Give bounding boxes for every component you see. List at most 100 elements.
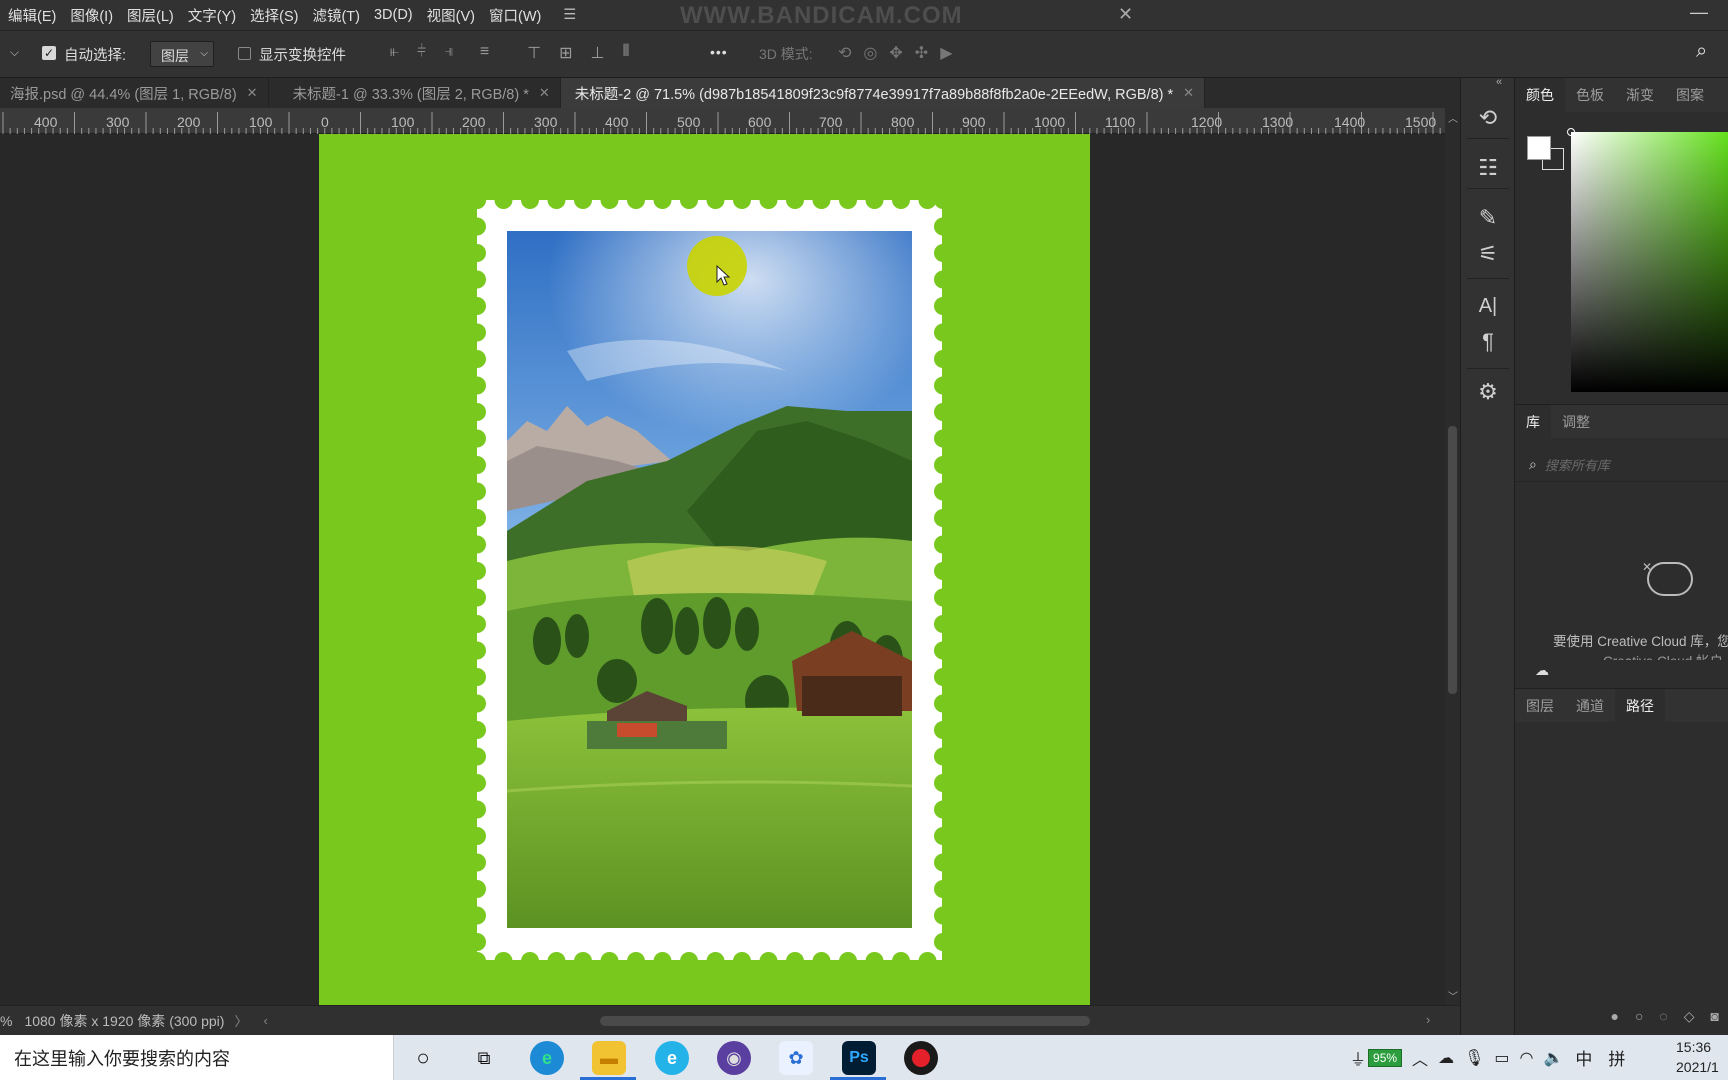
swatch-link-icon[interactable]: ⚙ bbox=[1474, 378, 1502, 406]
task-view-icon[interactable]: ⧉ bbox=[467, 1041, 501, 1075]
3d-slide-icon[interactable]: ✣ bbox=[915, 43, 928, 63]
tab-untitled-1[interactable]: 未标题-1 @ 33.3% (图层 2, RGB/8) * ✕ bbox=[269, 78, 561, 108]
color-picker-handle[interactable] bbox=[1567, 128, 1575, 136]
scroll-down-icon[interactable]: ﹀ bbox=[1448, 988, 1458, 1003]
status-arrow-icon[interactable]: 〉 bbox=[234, 1011, 247, 1030]
color-picker-field[interactable] bbox=[1571, 132, 1728, 392]
distribute-icon[interactable]: ≡ bbox=[480, 43, 489, 63]
windows-taskbar: 在这里输入你要搜索的内容 ○ ⧉ e ▬ e ◉ ✿ Ps ⏚ 95% ︿ ☁ … bbox=[0, 1035, 1728, 1080]
tab-untitled-2[interactable]: 未标题-2 @ 71.5% (d987b18541809f23c9f8774e3… bbox=[560, 78, 1206, 108]
cc-message-2: Creative Cloud 帐户 bbox=[1603, 650, 1723, 660]
photoshop-icon[interactable]: Ps bbox=[842, 1041, 876, 1075]
add-mask-icon[interactable]: ◙ bbox=[1711, 1008, 1719, 1024]
tab-adjustments[interactable]: 调整 bbox=[1551, 405, 1601, 439]
cloud-sync-icon[interactable]: ☁ bbox=[1535, 662, 1549, 679]
menu-layer[interactable]: 图层(L) bbox=[127, 5, 174, 26]
brush-settings-icon[interactable]: ✎ bbox=[1474, 204, 1502, 232]
scroll-left-icon[interactable]: ‹ bbox=[263, 1013, 267, 1028]
tab-label: 未标题-2 @ 71.5% (d987b18541809f23c9f8774e3… bbox=[574, 86, 1174, 103]
menu-select[interactable]: 选择(S) bbox=[250, 5, 298, 26]
vertical-scrollbar[interactable]: ︿ ﹀ bbox=[1445, 108, 1460, 1005]
history-icon[interactable]: ⟲ bbox=[1474, 104, 1502, 132]
tab-poster[interactable]: 海报.psd @ 44.4% (图层 1, RGB/8) ✕ bbox=[0, 78, 269, 108]
ime-mode[interactable]: 拼 bbox=[1608, 1045, 1625, 1070]
search-icon[interactable]: ⌕ bbox=[1696, 40, 1707, 63]
collapse-panels-icon[interactable]: « bbox=[1496, 76, 1502, 88]
ime-language[interactable]: 中 bbox=[1575, 1045, 1592, 1070]
bandicam-icon[interactable] bbox=[904, 1041, 938, 1075]
close-tab-icon[interactable]: ✕ bbox=[1183, 85, 1194, 101]
baidu-netdisk-icon[interactable]: ✿ bbox=[779, 1041, 813, 1075]
tab-channels[interactable]: 通道 bbox=[1565, 689, 1615, 723]
close-tab-icon[interactable]: ✕ bbox=[539, 85, 550, 101]
close-icon[interactable]: ✕ bbox=[1118, 4, 1133, 25]
power-plug-icon[interactable]: ⏚ bbox=[1350, 1046, 1366, 1070]
menu-3d[interactable]: 3D(D) bbox=[374, 7, 413, 23]
menu-view[interactable]: 视图(V) bbox=[427, 5, 475, 26]
tab-libraries[interactable]: 库 bbox=[1515, 404, 1551, 439]
align-left-icon[interactable]: ⫦ bbox=[390, 43, 399, 63]
scroll-thumb[interactable] bbox=[1448, 426, 1457, 694]
onedrive-icon[interactable]: ☁ bbox=[1438, 1048, 1454, 1068]
tab-color[interactable]: 颜色 bbox=[1515, 78, 1565, 112]
align-top-icon[interactable]: ⊤ bbox=[527, 43, 541, 63]
character-icon[interactable]: A| bbox=[1474, 292, 1502, 320]
menu-window[interactable]: 窗口(W) bbox=[489, 5, 541, 26]
taskbar-search-text: 在这里输入你要搜索的内容 bbox=[14, 1048, 230, 1069]
tab-gradients[interactable]: 渐变 bbox=[1615, 78, 1665, 112]
app-icon[interactable]: ◉ bbox=[717, 1041, 751, 1075]
minimize-icon[interactable]: — bbox=[1690, 2, 1708, 23]
library-search[interactable]: ⌕ 搜索所有库 bbox=[1515, 448, 1728, 482]
3d-scale-icon[interactable]: ▶ bbox=[940, 43, 952, 63]
close-tab-icon[interactable]: ✕ bbox=[247, 85, 258, 101]
auto-select-dropdown[interactable]: 图层 ⌵ bbox=[150, 41, 214, 67]
more-options-button[interactable]: ••• bbox=[710, 44, 728, 60]
edge-icon[interactable]: e bbox=[530, 1041, 564, 1075]
horizontal-scroll-thumb[interactable] bbox=[600, 1016, 1090, 1026]
align-bottom-icon[interactable]: ⊥ bbox=[591, 43, 605, 63]
clock[interactable]: 15:36 2021/1 bbox=[1676, 1037, 1719, 1077]
stroke-path-icon[interactable]: ○ bbox=[1635, 1008, 1643, 1024]
browser-icon[interactable]: e bbox=[655, 1041, 689, 1075]
tab-swatches[interactable]: 色板 bbox=[1565, 78, 1615, 112]
3d-orbit-icon[interactable]: ⟲ bbox=[838, 43, 851, 63]
file-explorer-icon[interactable]: ▬ bbox=[592, 1041, 626, 1075]
volume-icon[interactable]: 🔈 bbox=[1543, 1048, 1563, 1068]
battery-icon[interactable]: ▭ bbox=[1494, 1048, 1509, 1068]
menu-edit[interactable]: 编辑(E) bbox=[8, 5, 56, 26]
battery-indicator[interactable]: 95% bbox=[1368, 1048, 1403, 1067]
align-middle-v-icon[interactable]: ⊞ bbox=[559, 43, 572, 63]
scroll-up-icon[interactable]: ︿ bbox=[1448, 110, 1458, 125]
align-center-h-icon[interactable]: ⫩ bbox=[417, 43, 426, 63]
ruler-label: 500 bbox=[677, 114, 701, 130]
load-selection-icon[interactable]: ◌ bbox=[1659, 1008, 1667, 1024]
brush-presets-icon[interactable]: ⚟ bbox=[1474, 240, 1502, 268]
menu-image[interactable]: 图像(I) bbox=[70, 5, 113, 26]
paragraph-icon[interactable]: ¶ bbox=[1474, 328, 1502, 356]
distribute-v-icon[interactable]: ⦀ bbox=[622, 43, 629, 63]
cortana-icon[interactable]: ○ bbox=[406, 1041, 440, 1075]
taskbar-search[interactable]: 在这里输入你要搜索的内容 bbox=[0, 1035, 394, 1080]
zoom-fragment: % bbox=[0, 1012, 13, 1029]
show-transform-checkbox[interactable] bbox=[238, 47, 251, 60]
tab-layers[interactable]: 图层 bbox=[1515, 689, 1565, 723]
scroll-right-icon[interactable]: › bbox=[1426, 1012, 1430, 1027]
tab-paths[interactable]: 路径 bbox=[1615, 688, 1665, 723]
fill-path-icon[interactable]: ● bbox=[1610, 1008, 1618, 1024]
menu-filter[interactable]: 滤镜(T) bbox=[312, 5, 360, 26]
microphone-icon[interactable]: 🎙 bbox=[1464, 1048, 1484, 1068]
3d-roll-icon[interactable]: ◎ bbox=[863, 43, 877, 63]
workspace-icon[interactable]: ☰ bbox=[563, 7, 576, 23]
chevron-down-icon[interactable]: ⌵ bbox=[10, 45, 19, 60]
foreground-swatch[interactable] bbox=[1527, 136, 1551, 160]
properties-icon[interactable]: ☷ bbox=[1474, 154, 1502, 182]
align-right-icon[interactable]: ⫣ bbox=[444, 43, 454, 63]
auto-select-checkbox[interactable]: ✓ bbox=[42, 46, 56, 60]
3d-pan-icon[interactable]: ✥ bbox=[889, 43, 902, 63]
menu-type[interactable]: 文字(Y) bbox=[188, 5, 236, 26]
tab-patterns[interactable]: 图案 bbox=[1665, 78, 1715, 112]
chevron-up-icon[interactable]: ︿ bbox=[1412, 1046, 1428, 1070]
make-work-path-icon[interactable]: ◇ bbox=[1684, 1008, 1695, 1025]
clock-time: 15:36 bbox=[1676, 1039, 1712, 1055]
wifi-icon[interactable]: ◠ bbox=[1520, 1048, 1534, 1068]
